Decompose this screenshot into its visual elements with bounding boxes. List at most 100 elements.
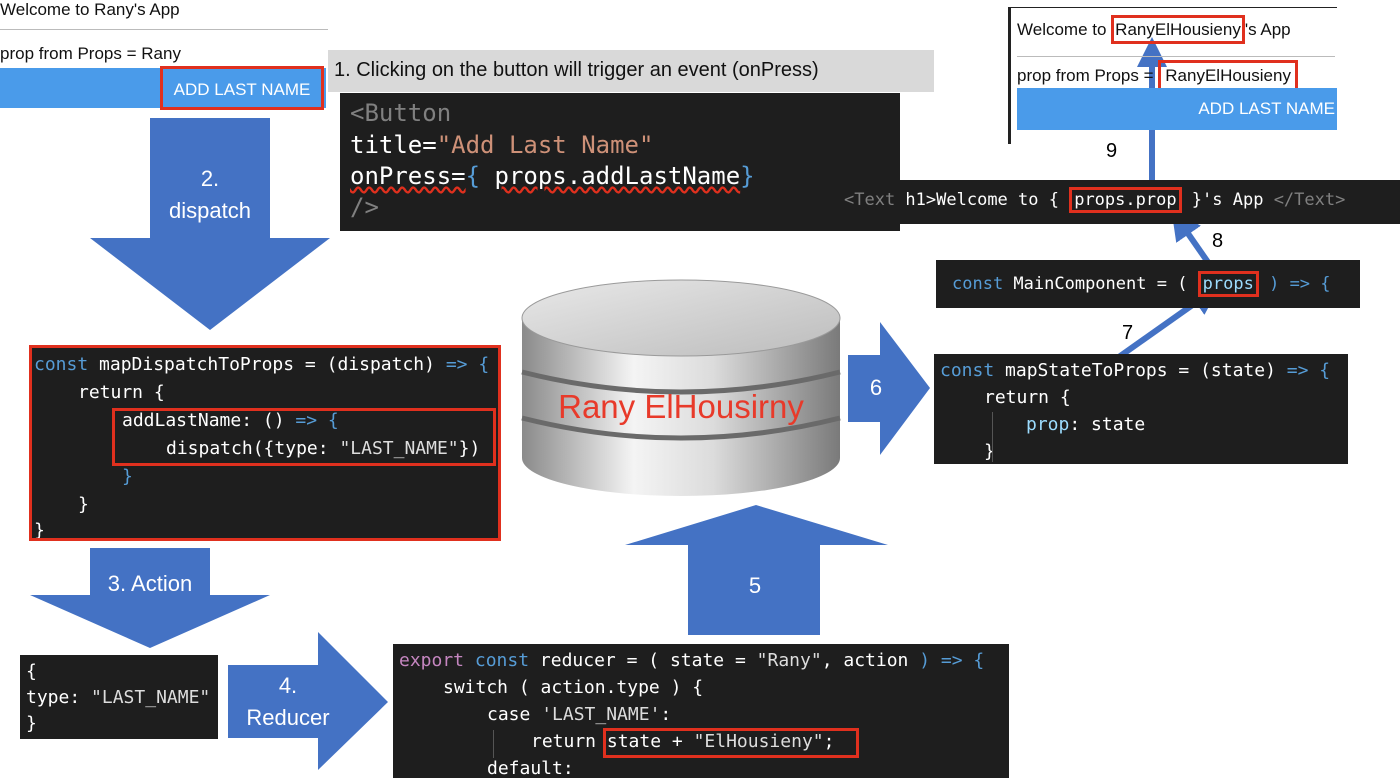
arrow-5 [625,505,888,635]
step1-caption: 1. Clicking on the button will trigger a… [328,50,934,92]
code-eq-2: = [724,650,757,671]
prop-text: prop from Props = Rany [0,44,181,63]
welcome-suffix: 's App [1244,20,1291,39]
code-last-name-string: "LAST_NAME" [91,687,211,708]
code-action-type: action.type [540,677,660,698]
code-brace-close-2: } [78,494,89,515]
code-main-component: MainComponent [1003,274,1147,294]
code-case: case [487,704,531,725]
code-mapdispatchtoprops: mapDispatchToProps [88,354,295,375]
main-component-code-block: const MainComponent = ( props ) => { [936,260,1360,308]
indent-guide [992,412,993,462]
code-props-addlastname: props.addLastName [494,162,741,190]
code-colon: : [660,704,672,725]
code-switch: switch [443,677,509,698]
code-button-open: <Button [350,99,452,127]
divider-updated [1017,56,1335,57]
code-brace-close-3: } [34,520,45,541]
code-comma: , [821,650,844,671]
code-brace: { [1049,387,1071,408]
code-paren-open: ( [508,677,541,698]
text-code-block: <Text h1>Welcome to { props.prop }'s App… [836,180,1400,224]
action-code-block: { type: "LAST_NAME" } [20,655,218,739]
code-colon: : [69,687,92,708]
code-title-value: "Add Last Name" [436,131,654,159]
code-action: action [843,650,909,671]
code-text-open: <Text [844,190,896,210]
arrow-3-action [30,548,270,648]
code-onpress-attr: onPress= [350,162,466,190]
code-export: export [399,650,465,671]
map-dispatch-code-block: const mapDispatchToProps = (dispatch) =>… [29,345,501,541]
code-dispatch-param: = (dispatch) [294,354,446,375]
code-arrow: => { [1286,360,1331,381]
prop-prefix: prop from Props = [1017,66,1159,85]
addlastname-highlight-box [112,408,496,466]
code-eq: = ( [615,650,670,671]
code-return: return [531,731,597,752]
code-brace-close-1: } [122,466,133,487]
code-prop-key: prop [1026,414,1070,435]
welcome-name-highlight: RanyElHousieny [1111,15,1245,44]
store-label: Rany ElHousirny [558,388,804,425]
button-code-block: <Button title="Add Last Name" onPress={ … [340,93,900,231]
code-const: const [464,650,530,671]
arrow-3-label: 3. Action [107,571,193,596]
code-type-key: type [26,687,70,708]
code-return: return [78,382,144,403]
code-arrow: ) => { [1258,274,1331,294]
arrow-2-label: 2. dispatch [150,165,270,225]
code-rany-string: "Rany" [756,650,822,671]
app-preview-updated: Welcome to RanyElHousieny's App prop fro… [1008,7,1337,144]
code-arrow: ) => { [908,650,985,671]
arrow-6-label: 6 [869,375,883,400]
app-preview-initial: Welcome to Rany's App prop from Props = … [0,0,328,110]
code-props-param: props [1197,271,1259,297]
code-button-close: /> [350,193,379,221]
code-text-close: </Text> [1273,190,1346,210]
code-paren-close: ) { [659,677,704,698]
return-highlight-box [603,728,859,758]
arrow-9-label: 9 [1106,140,1118,162]
code-props-prop: props.prop [1069,187,1182,213]
code-last-name-case: 'LAST_NAME' [530,704,661,725]
code-brace-close: } [26,713,37,734]
add-last-name-button-updated[interactable]: ADD LAST NAME [1017,88,1337,130]
welcome-text: Welcome to Rany's App [0,0,180,19]
divider [0,29,328,30]
arrow-4-text: Reducer [246,705,330,730]
arrow-8-label: 8 [1212,230,1224,252]
arrow-7-label: 7 [1122,322,1134,344]
add-last-name-button[interactable]: ADD LAST NAME [160,66,324,110]
code-brace-close: } [984,441,995,462]
code-eq: = ( [1146,274,1198,294]
prop-text-updated: prop from Props = RanyElHousieny [1017,60,1298,91]
code-reducer: reducer [529,650,616,671]
code-const: const [952,274,1004,294]
code-const: const [34,354,89,375]
code-text-app: }'s App [1181,190,1274,210]
arrow-4-label: 4. Reducer [228,672,348,732]
indent-guide [493,730,494,758]
step1-caption-text: 1. Clicking on the button will trigger a… [334,59,819,81]
arrow-4-number: 4. [278,673,298,698]
code-const: const [940,360,995,381]
code-text-attr: h1> [895,190,937,210]
welcome-text-updated: Welcome to RanyElHousieny's App [1017,15,1291,44]
map-state-code-block: const mapStateToProps = (state) => { ret… [934,354,1348,464]
code-title-attr: title= [350,131,437,159]
arrow-5-label: 5 [748,573,762,598]
code-state: state [669,650,725,671]
code-brace-open: { [465,162,495,190]
arrow-2-number: 2. [200,166,220,191]
code-state-param: = (state) [1167,360,1287,381]
code-default: default: [487,758,574,778]
code-text-welcome: Welcome to { [936,190,1070,210]
prop-value-highlight: RanyElHousieny [1158,60,1298,91]
welcome-prefix: Welcome to [1017,20,1112,39]
code-arrow: => { [445,354,490,375]
code-brace-open: { [26,661,37,682]
code-brace-close: } [740,162,755,190]
code-return: return [984,387,1050,408]
code-mapstatetoprops: mapStateToProps [994,360,1168,381]
